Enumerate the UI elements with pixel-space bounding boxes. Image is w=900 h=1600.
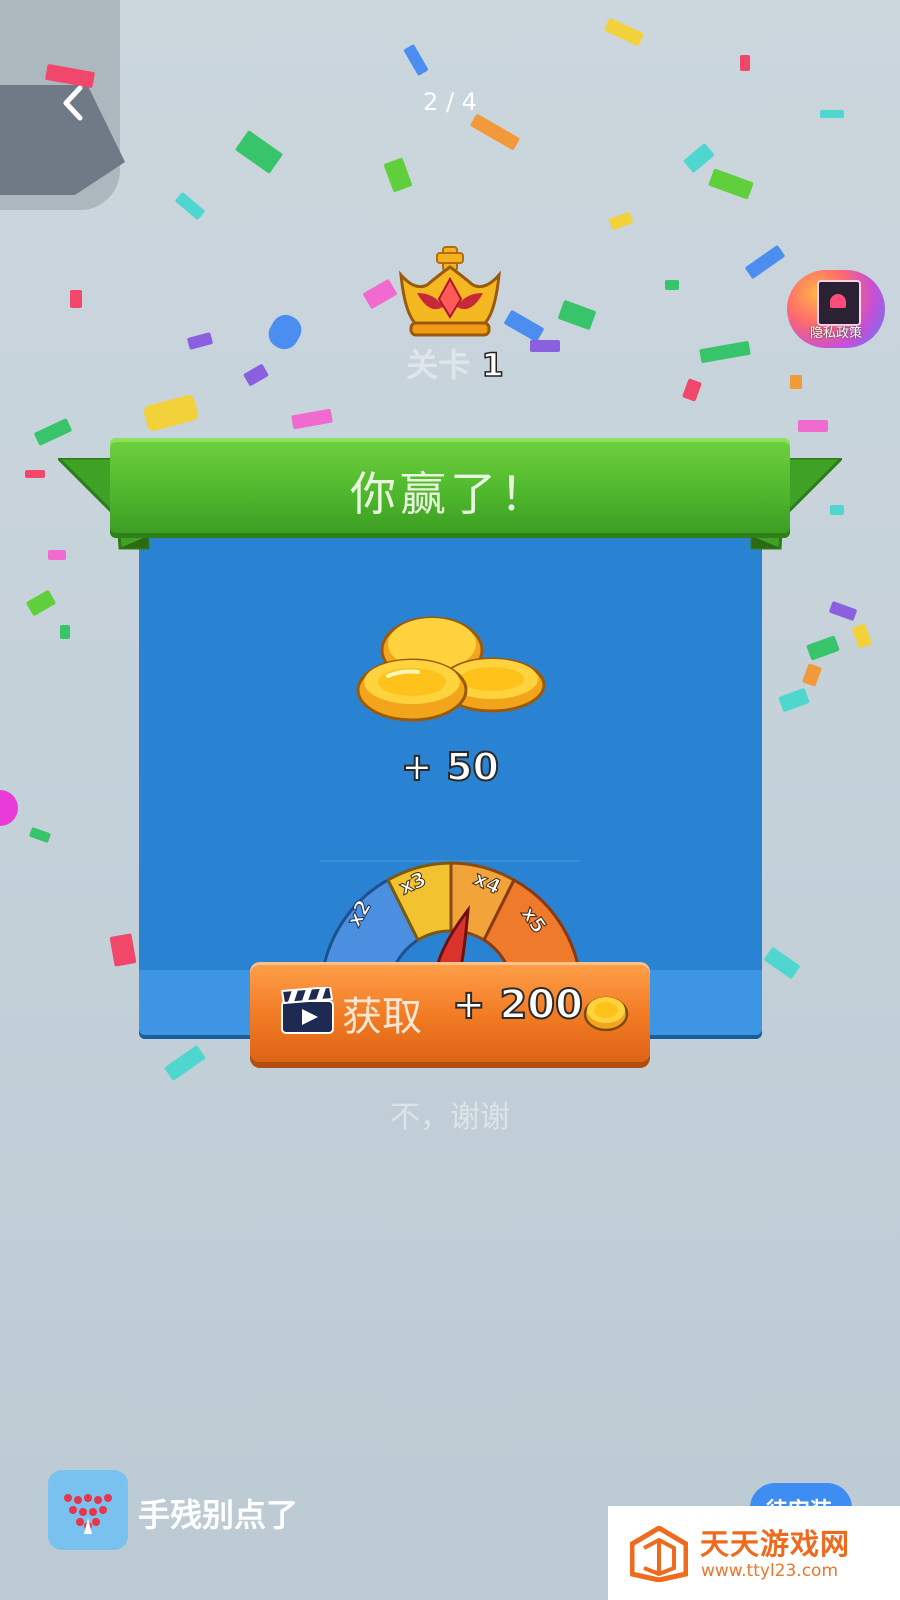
confetti [25,589,57,617]
confetti [70,290,82,308]
confetti [164,1044,206,1082]
confetti [557,299,597,331]
confetti [682,378,702,402]
confetti [740,55,750,71]
confetti [806,635,840,661]
confetti [820,110,844,118]
confetti [603,17,645,47]
privacy-heart-icon [817,280,861,326]
confetti [708,168,754,200]
confetti [530,340,560,352]
crown-icon [395,245,505,340]
page-counter: 2 / 4 [423,88,477,116]
confetti [186,332,214,350]
confetti [778,687,810,713]
confetti [25,470,45,478]
confetti [0,790,18,826]
confetti [234,130,284,174]
confetti [802,663,822,687]
confetti [242,363,270,387]
confetti [744,244,786,280]
confetti [362,278,398,310]
watermark-title: 天天游戏网 [700,1527,851,1561]
reward-amount: + 50 [400,744,500,790]
confetti [383,157,413,193]
privacy-policy-button[interactable]: 隐私政策 [787,270,885,348]
app-icon[interactable] [48,1470,128,1550]
confetti [28,826,52,844]
privacy-policy-label: 隐私政策 [809,326,862,341]
get-label: 获取 [342,994,422,1040]
confetti [263,309,307,355]
confetti [828,600,858,622]
confetti [665,280,679,290]
confetti [403,44,429,76]
confetti [763,946,801,980]
clapperboard-icon [280,985,335,1035]
confetti [699,340,751,364]
level-text: 关卡 [406,346,471,384]
level-label: 关卡 1 [390,340,520,386]
chevron-left-icon [63,85,83,121]
confetti [503,309,545,343]
confetti [851,623,873,649]
confetti [174,191,206,221]
confetti [798,420,828,432]
watermark-url: www.ttyl23.com [701,1561,839,1581]
level-number: 1 [481,345,505,385]
confetti [608,211,634,231]
confetti [683,142,715,174]
app-name: 手残别点了 [138,1496,299,1534]
win-title: 你赢了！ [350,467,550,521]
back-button[interactable] [50,78,100,128]
confetti [109,933,137,967]
confetti [291,408,333,430]
no-thanks-button[interactable]: 不，谢谢 [340,1092,560,1136]
confetti [790,375,802,389]
confetti [60,625,70,639]
confetti [33,418,73,446]
get-reward-button[interactable]: 获取 + 200 [250,962,650,1062]
watermark-logo-icon [629,1525,689,1583]
coins-icon [352,610,548,725]
confetti [142,393,200,433]
game-screen: 2 / 4 关卡 1 隐私政策 你赢了！ + 50 x2 x3 x4 x5 获取… [0,0,900,1600]
watermark: 天天游戏网 www.ttyl23.com [608,1506,900,1600]
coin-icon [583,992,629,1032]
get-amount: + 200 [451,981,584,1029]
confetti [469,113,521,151]
